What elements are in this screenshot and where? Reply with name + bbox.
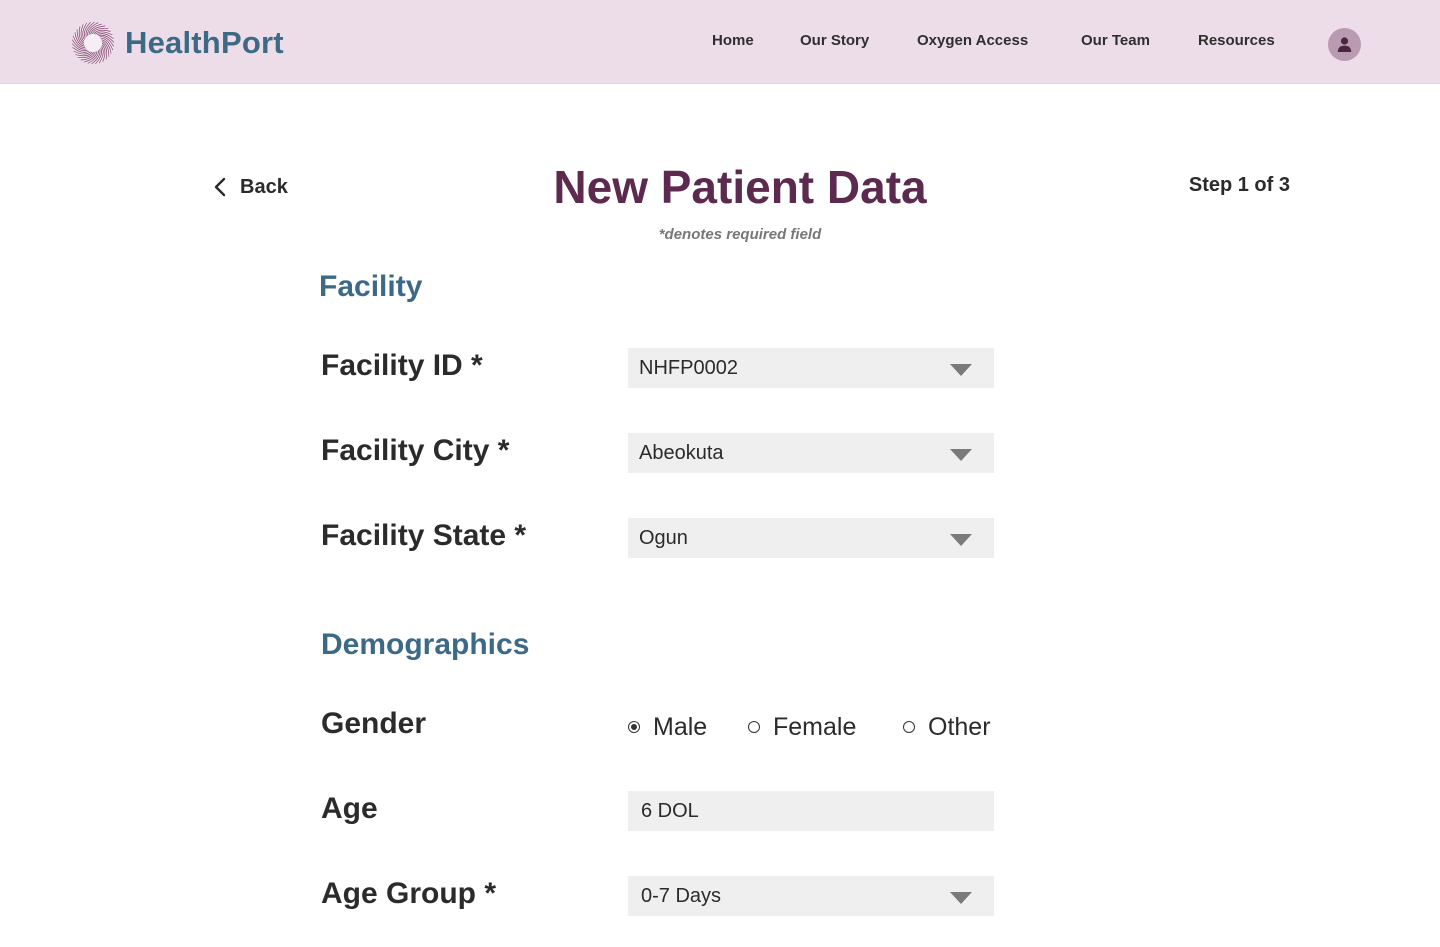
gender-radio-female[interactable]: Female bbox=[748, 712, 856, 742]
facility-city-label: Facility City * bbox=[321, 434, 510, 467]
gender-option-label: Male bbox=[653, 712, 708, 741]
required-field-note: *denotes required field bbox=[658, 226, 822, 243]
radio-button bbox=[903, 721, 915, 733]
section-facility-heading: Facility bbox=[319, 270, 423, 303]
caret-down-icon bbox=[950, 364, 972, 376]
radio-button-selected bbox=[628, 721, 640, 733]
age-group-select[interactable]: 0-7 Days bbox=[628, 876, 994, 916]
facility-id-value: NHFP0002 bbox=[639, 356, 738, 379]
spiral-logo-icon bbox=[71, 21, 115, 65]
gender-option-label: Female bbox=[773, 712, 857, 741]
age-label: Age bbox=[321, 792, 378, 825]
logo-text: HealthPort bbox=[125, 25, 284, 60]
caret-down-icon bbox=[950, 892, 972, 904]
facility-state-label: Facility State * bbox=[321, 519, 527, 552]
chevron-left-icon bbox=[214, 177, 226, 197]
age-group-value: 0-7 Days bbox=[641, 884, 722, 907]
radio-button bbox=[748, 721, 760, 733]
user-avatar-button[interactable] bbox=[1328, 28, 1361, 61]
nav-our-story[interactable]: Our Story bbox=[800, 32, 869, 54]
caret-down-icon bbox=[950, 534, 972, 546]
back-label: Back bbox=[240, 175, 288, 198]
user-icon bbox=[1337, 37, 1352, 52]
age-value: 6 DOL bbox=[641, 799, 699, 822]
age-input[interactable]: 6 DOL bbox=[628, 791, 994, 831]
gender-radio-other[interactable]: Other bbox=[903, 712, 991, 742]
gender-label: Gender bbox=[321, 707, 427, 740]
nav-our-team[interactable]: Our Team bbox=[1081, 32, 1150, 54]
healthport-logo[interactable]: HealthPort bbox=[71, 21, 284, 65]
facility-city-value: Abeokuta bbox=[639, 441, 724, 464]
facility-id-label: Facility ID * bbox=[321, 349, 483, 382]
caret-down-icon bbox=[950, 449, 972, 461]
facility-city-select[interactable]: Abeokuta bbox=[628, 433, 994, 473]
gender-option-label: Other bbox=[928, 712, 991, 741]
facility-state-select[interactable]: Ogun bbox=[628, 518, 994, 558]
nav-oxygen-access[interactable]: Oxygen Access bbox=[917, 32, 1028, 54]
age-group-label: Age Group * bbox=[321, 877, 497, 910]
back-button[interactable]: Back bbox=[210, 173, 288, 201]
facility-id-select[interactable]: NHFP0002 bbox=[628, 348, 994, 388]
nav-home[interactable]: Home bbox=[712, 32, 754, 54]
facility-state-value: Ogun bbox=[639, 526, 688, 549]
top-nav-bar: HealthPort Home Our Story Oxygen Access … bbox=[0, 0, 1440, 84]
step-indicator: Step 1 of 3 bbox=[1188, 174, 1290, 196]
section-demographics-heading: Demographics bbox=[321, 628, 530, 661]
nav-resources[interactable]: Resources bbox=[1198, 32, 1275, 54]
gender-radio-male[interactable]: Male bbox=[628, 712, 707, 742]
page-title: New Patient Data bbox=[553, 161, 927, 213]
